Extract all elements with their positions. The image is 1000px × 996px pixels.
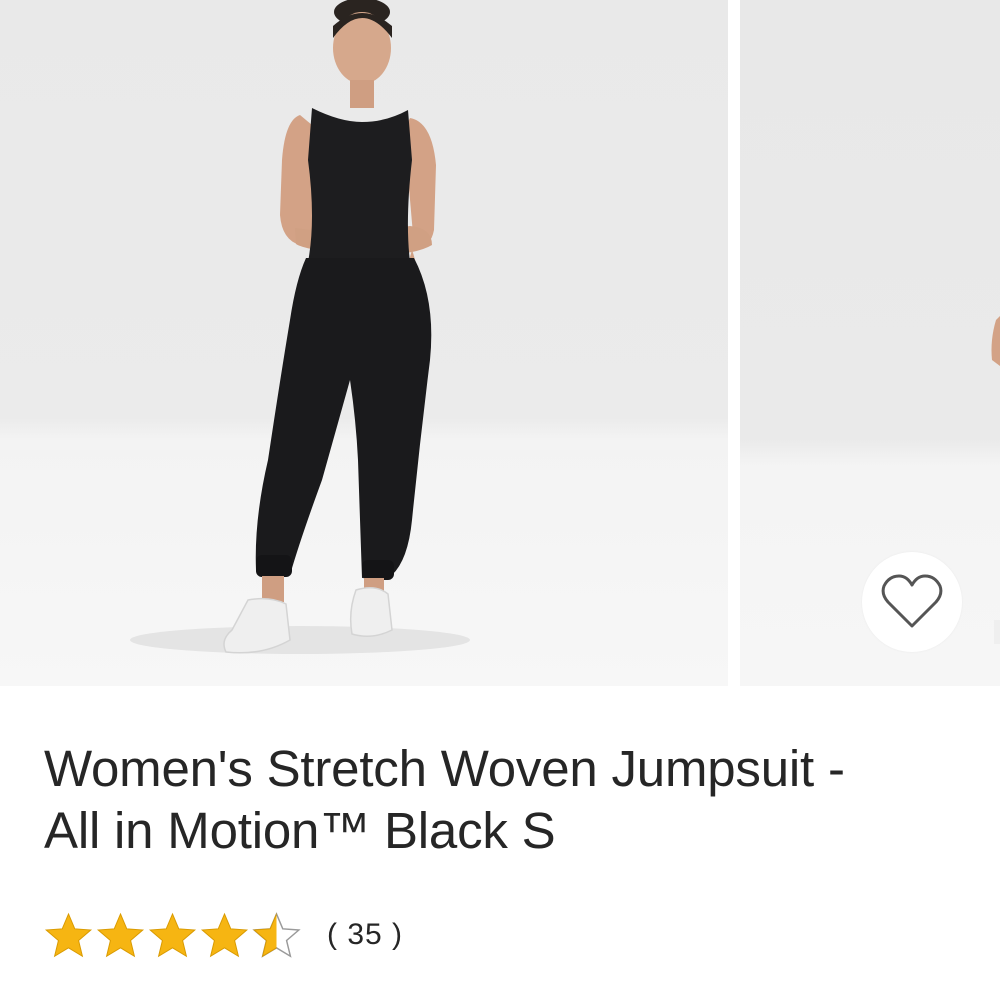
heart-outline-icon [881,574,943,628]
product-title-line-1: Women's Stretch Woven Jumpsuit - [44,740,845,797]
star-icon [44,912,93,957]
star-icon [148,912,197,957]
product-image-main[interactable] [0,0,728,686]
favorite-button[interactable] [862,552,962,652]
model-photo [130,0,470,654]
product-title: Women's Stretch Woven Jumpsuit - All in … [44,738,964,862]
star-icon [200,912,249,957]
product-title-line-2: All in Motion™ Black S [44,802,556,859]
product-page: Women's Stretch Woven Jumpsuit - All in … [0,0,1000,996]
star-icon [96,912,145,957]
product-rating[interactable]: ( 35 ) [44,910,403,960]
star-half-icon [252,911,301,958]
star-rating [44,911,301,959]
image-carousel[interactable] [0,0,1000,686]
review-count[interactable]: ( 35 ) [327,918,403,952]
